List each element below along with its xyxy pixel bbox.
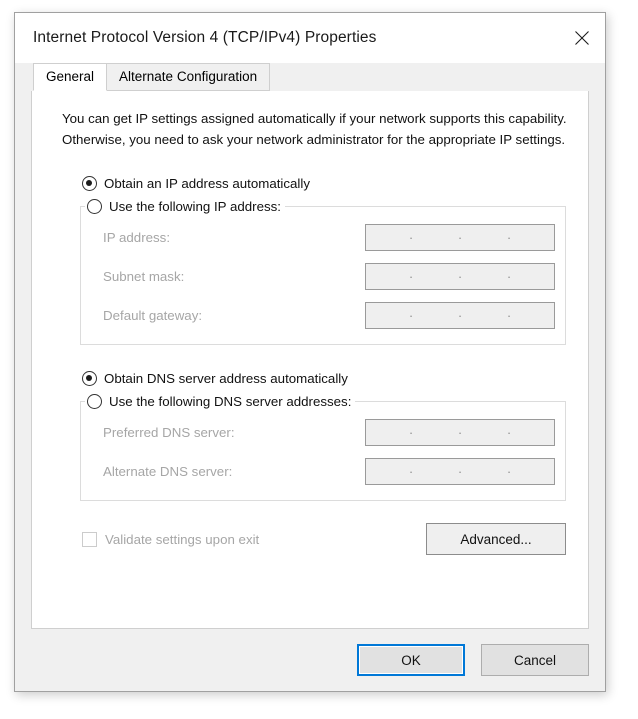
ip-separator-dot: . xyxy=(458,422,462,437)
radio-obtain-dns-automatically[interactable]: Obtain DNS server address automatically xyxy=(82,367,570,389)
close-button[interactable] xyxy=(559,13,605,63)
title-bar: Internet Protocol Version 4 (TCP/IPv4) P… xyxy=(15,13,605,63)
radio-obtain-dns-automatically-label: Obtain DNS server address automatically xyxy=(104,370,348,386)
ip-separator-dot: . xyxy=(409,461,413,476)
advanced-button[interactable]: Advanced... xyxy=(426,523,566,555)
radio-use-following-ip-indicator xyxy=(87,199,102,214)
radio-obtain-ip-automatically-label: Obtain an IP address automatically xyxy=(104,175,310,191)
radio-obtain-ip-automatically-indicator xyxy=(82,175,97,191)
radio-obtain-dns-automatically-indicator xyxy=(82,370,97,386)
ok-button[interactable]: OK xyxy=(357,644,465,676)
ip-separator-dot: . xyxy=(507,305,511,320)
alternate-dns-label: Alternate DNS server: xyxy=(103,464,233,479)
field-row: IP address: . . . xyxy=(81,223,565,252)
validate-settings-checkbox[interactable]: Validate settings upon exit xyxy=(82,531,260,547)
tab-general[interactable]: General xyxy=(33,63,108,91)
subnet-mask-label: Subnet mask: xyxy=(103,269,185,284)
default-gateway-label: Default gateway: xyxy=(103,308,203,323)
radio-use-following-dns[interactable]: Use the following DNS server addresses: xyxy=(85,391,356,412)
ip-separator-dot: . xyxy=(409,422,413,437)
close-icon xyxy=(574,30,590,46)
field-row: Alternate DNS server: . . . xyxy=(81,457,565,486)
description-text: You can get IP settings assigned automat… xyxy=(62,111,567,147)
general-tab-panel: You can get IP settings assigned automat… xyxy=(31,90,589,629)
subnet-mask-input[interactable]: . . . xyxy=(365,263,555,290)
ip-separator-dot: . xyxy=(507,266,511,281)
radio-use-following-dns-indicator xyxy=(87,394,102,409)
validate-settings-label: Validate settings upon exit xyxy=(105,531,260,547)
ip-separator-dot: . xyxy=(507,227,511,242)
tab-alternate-configuration[interactable]: Alternate Configuration xyxy=(106,63,271,91)
bottom-row: Validate settings upon exit Advanced... xyxy=(82,523,566,555)
radio-use-following-ip[interactable]: Use the following IP address: xyxy=(85,196,285,217)
ip-separator-dot: . xyxy=(409,266,413,281)
default-gateway-input[interactable]: . . . xyxy=(365,302,555,329)
ip-separator-dot: . xyxy=(507,461,511,476)
window-title: Internet Protocol Version 4 (TCP/IPv4) P… xyxy=(33,29,377,46)
ip-separator-dot: . xyxy=(458,227,462,242)
ip-address-label: IP address: xyxy=(103,230,171,245)
field-row: Default gateway: . . . xyxy=(81,301,565,330)
field-row: Preferred DNS server: . . . xyxy=(81,418,565,447)
ip-separator-dot: . xyxy=(409,227,413,242)
ip-separator-dot: . xyxy=(458,461,462,476)
preferred-dns-input[interactable]: . . . xyxy=(365,419,555,446)
validate-settings-checkbox-indicator xyxy=(82,531,97,547)
ip-separator-dot: . xyxy=(409,305,413,320)
ip-separator-dot: . xyxy=(507,422,511,437)
ip-separator-dot: . xyxy=(458,266,462,281)
field-row: Subnet mask: . . . xyxy=(81,262,565,291)
alternate-dns-input[interactable]: . . . xyxy=(365,458,555,485)
radio-use-following-dns-label: Use the following DNS server addresses: xyxy=(109,394,352,409)
dialog-footer: OK Cancel xyxy=(15,629,605,691)
dns-settings-group: Use the following DNS server addresses: … xyxy=(80,391,566,501)
preferred-dns-label: Preferred DNS server: xyxy=(103,425,235,440)
ip-settings-group: Use the following IP address: IP address… xyxy=(80,196,566,345)
tcpip-properties-dialog: Internet Protocol Version 4 (TCP/IPv4) P… xyxy=(14,12,606,692)
ip-separator-dot: . xyxy=(458,305,462,320)
cancel-button[interactable]: Cancel xyxy=(481,644,589,676)
ip-address-input[interactable]: . . . xyxy=(365,224,555,251)
tab-strip: General Alternate Configuration xyxy=(15,63,605,91)
radio-use-following-ip-label: Use the following IP address: xyxy=(109,199,281,214)
radio-obtain-ip-automatically[interactable]: Obtain an IP address automatically xyxy=(82,172,570,194)
